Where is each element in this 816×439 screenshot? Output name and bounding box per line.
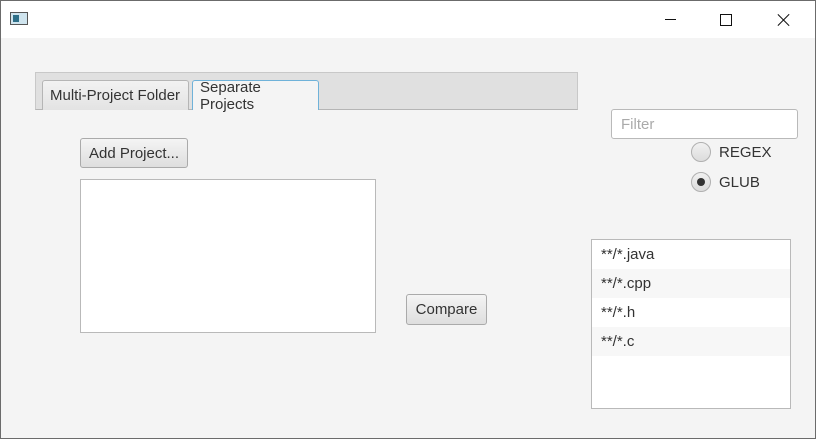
list-item[interactable]: **/*.java: [592, 240, 790, 269]
project-list[interactable]: [80, 179, 376, 333]
tab-bar: Multi-Project Folder Separate Projects: [35, 72, 578, 113]
minimize-icon: [664, 19, 676, 20]
list-item[interactable]: [592, 356, 790, 385]
minimize-button[interactable]: [647, 1, 693, 38]
radio-button-icon[interactable]: [691, 142, 711, 162]
list-item[interactable]: **/*.h: [592, 298, 790, 327]
pattern-list[interactable]: **/*.java **/*.cpp **/*.h **/*.c: [591, 239, 791, 409]
add-project-button[interactable]: Add Project...: [80, 138, 188, 168]
maximize-icon: [720, 13, 732, 26]
radio-glub[interactable]: GLUB: [691, 172, 760, 192]
filter-input[interactable]: [611, 109, 798, 139]
radio-label-glub: GLUB: [719, 173, 760, 191]
close-icon: [777, 13, 791, 27]
app-icon: [10, 12, 28, 25]
radio-selected-dot: [697, 178, 705, 186]
title-bar: [1, 1, 815, 38]
maximize-button[interactable]: [703, 1, 749, 38]
list-item[interactable]: **/*.c: [592, 327, 790, 356]
tab-separate-projects[interactable]: Separate Projects: [192, 79, 319, 113]
close-button[interactable]: [761, 1, 807, 38]
tab-multi-project-folder[interactable]: Multi-Project Folder: [42, 80, 189, 110]
radio-button-icon[interactable]: [691, 172, 711, 192]
list-item[interactable]: **/*.cpp: [592, 269, 790, 298]
compare-button[interactable]: Compare: [406, 294, 487, 325]
app-window: Multi-Project Folder Separate Projects A…: [0, 0, 816, 439]
radio-label-regex: REGEX: [719, 143, 772, 161]
radio-regex[interactable]: REGEX: [691, 142, 772, 162]
